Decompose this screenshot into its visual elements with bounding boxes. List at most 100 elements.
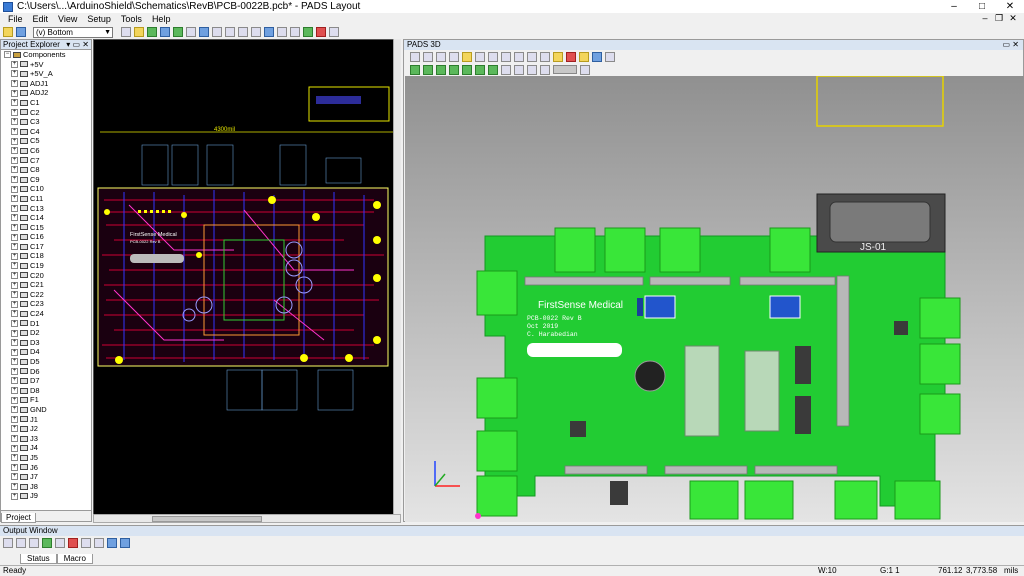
tree-item-component[interactable]: + C5 bbox=[1, 136, 91, 146]
pcb-layout-canvas[interactable]: 4300mil FirstSense Medical PCB-0022 Rev … bbox=[93, 39, 401, 515]
expand-icon[interactable]: + bbox=[11, 348, 18, 356]
redo-icon[interactable] bbox=[238, 27, 248, 37]
expand-icon[interactable]: + bbox=[11, 367, 18, 375]
tree-item-component[interactable]: + F1 bbox=[1, 395, 91, 405]
router-icon[interactable] bbox=[199, 27, 209, 37]
layer-select[interactable]: (v) Bottom ▼ bbox=[33, 26, 113, 38]
expand-icon[interactable]: + bbox=[11, 156, 18, 164]
output-table-icon[interactable] bbox=[120, 538, 130, 548]
output-run-icon[interactable] bbox=[42, 538, 52, 548]
tree-item-component[interactable]: + J8 bbox=[1, 482, 91, 492]
tree-item-component[interactable]: + C9 bbox=[1, 175, 91, 185]
3d-clearance-icon[interactable] bbox=[566, 51, 576, 62]
bga-toolbar-icon[interactable] bbox=[186, 27, 196, 37]
tree-item-component[interactable]: + J1 bbox=[1, 415, 91, 425]
tree-item-component[interactable]: + +5V_A bbox=[1, 69, 91, 79]
tree-item-component[interactable]: + C11 bbox=[1, 194, 91, 204]
eco-toolbar-icon[interactable] bbox=[173, 27, 183, 37]
expand-icon[interactable]: + bbox=[11, 377, 18, 385]
expand-icon[interactable]: + bbox=[11, 329, 18, 337]
tree-item-component[interactable]: + C23 bbox=[1, 299, 91, 309]
expand-icon[interactable]: + bbox=[11, 300, 18, 308]
tree-item-component[interactable]: + J2 bbox=[1, 424, 91, 434]
expand-icon[interactable]: + bbox=[11, 185, 18, 193]
view-left-icon[interactable] bbox=[462, 64, 472, 75]
expand-icon[interactable]: + bbox=[11, 214, 18, 222]
expand-icon[interactable]: + bbox=[11, 463, 18, 471]
tree-item-component[interactable]: + J4 bbox=[1, 443, 91, 453]
expand-icon[interactable]: + bbox=[11, 204, 18, 212]
view-silk-icon[interactable] bbox=[540, 64, 550, 75]
mdi-minimize-icon[interactable]: – bbox=[978, 13, 992, 24]
3d-zoom-fit-icon[interactable] bbox=[527, 51, 537, 62]
minimize-icon[interactable]: – bbox=[940, 0, 968, 13]
menu-setup[interactable]: Setup bbox=[87, 14, 111, 24]
expand-icon[interactable]: + bbox=[11, 483, 18, 491]
3d-settings-icon[interactable] bbox=[592, 51, 602, 62]
view-top-icon[interactable] bbox=[410, 64, 420, 75]
view-copper-icon[interactable] bbox=[527, 64, 537, 75]
tree-root-components[interactable]: − Components bbox=[1, 50, 91, 60]
expand-icon[interactable]: + bbox=[11, 444, 18, 452]
tree-item-component[interactable]: + D4 bbox=[1, 347, 91, 357]
expand-icon[interactable]: + bbox=[11, 396, 18, 404]
panel-controls-icon[interactable]: ▭ ✕ bbox=[1003, 40, 1019, 50]
expand-icon[interactable]: + bbox=[11, 108, 18, 116]
expand-icon[interactable]: + bbox=[11, 406, 18, 414]
3d-view-icon[interactable] bbox=[303, 27, 313, 37]
expand-icon[interactable]: + bbox=[11, 291, 18, 299]
design-toolbar-icon[interactable] bbox=[147, 27, 157, 37]
3d-zoom-icon[interactable] bbox=[449, 51, 459, 62]
3d-rotate-icon[interactable] bbox=[436, 51, 446, 62]
expand-icon[interactable]: + bbox=[11, 339, 18, 347]
tree-item-component[interactable]: + C20 bbox=[1, 271, 91, 281]
3d-highlight-icon[interactable] bbox=[579, 51, 589, 62]
tab-macro[interactable]: Macro bbox=[56, 554, 93, 564]
expand-icon[interactable]: + bbox=[11, 70, 18, 78]
save-icon[interactable] bbox=[16, 27, 26, 37]
tree-item-component[interactable]: + J3 bbox=[1, 434, 91, 444]
pcb-vertical-scrollbar[interactable] bbox=[393, 39, 401, 515]
tree-item-component[interactable]: + D8 bbox=[1, 386, 91, 396]
zoom-icon[interactable] bbox=[251, 27, 261, 37]
expand-icon[interactable]: + bbox=[11, 176, 18, 184]
tree-item-component[interactable]: + C7 bbox=[1, 156, 91, 166]
output-forward-icon[interactable] bbox=[16, 538, 26, 548]
zoom-extents-icon[interactable] bbox=[277, 27, 287, 37]
menu-tools[interactable]: Tools bbox=[121, 14, 142, 24]
expand-icon[interactable]: + bbox=[11, 223, 18, 231]
expand-icon[interactable]: + bbox=[11, 310, 18, 318]
expand-icon[interactable]: + bbox=[11, 89, 18, 97]
expand-icon[interactable]: + bbox=[11, 319, 18, 327]
expand-icon[interactable]: + bbox=[11, 473, 18, 481]
tree-item-component[interactable]: + D3 bbox=[1, 338, 91, 348]
expand-icon[interactable]: + bbox=[11, 262, 18, 270]
expand-icon[interactable]: + bbox=[11, 492, 18, 500]
3d-zoom-in-icon[interactable] bbox=[501, 51, 511, 62]
tree-item-component[interactable]: + J7 bbox=[1, 472, 91, 482]
3d-save-icon[interactable] bbox=[475, 51, 485, 62]
tree-item-component[interactable]: + ADJ1 bbox=[1, 79, 91, 89]
view-board-icon[interactable] bbox=[501, 64, 511, 75]
expand-icon[interactable]: + bbox=[11, 387, 18, 395]
collapse-icon[interactable]: − bbox=[4, 51, 11, 59]
expand-icon[interactable]: + bbox=[11, 435, 18, 443]
drafting-toolbar-icon[interactable] bbox=[134, 27, 144, 37]
tree-item-component[interactable]: + C4 bbox=[1, 127, 91, 137]
3d-open-icon[interactable] bbox=[462, 51, 472, 62]
expand-icon[interactable]: + bbox=[11, 99, 18, 107]
menu-file[interactable]: File bbox=[8, 14, 23, 24]
tree-item-component[interactable]: + C1 bbox=[1, 98, 91, 108]
output-find-icon[interactable] bbox=[94, 538, 104, 548]
pin-icon[interactable]: ▾ ▭ ✕ bbox=[66, 40, 89, 50]
menu-edit[interactable]: Edit bbox=[33, 14, 49, 24]
tree-item-component[interactable]: + C10 bbox=[1, 184, 91, 194]
tree-item-component[interactable]: + D7 bbox=[1, 376, 91, 386]
expand-icon[interactable]: + bbox=[11, 243, 18, 251]
tree-item-component[interactable]: + C2 bbox=[1, 108, 91, 118]
tree-item-component[interactable]: + ADJ2 bbox=[1, 88, 91, 98]
select-mode-icon[interactable] bbox=[121, 27, 131, 37]
3d-warning-icon[interactable] bbox=[553, 51, 563, 62]
tree-item-component[interactable]: + J6 bbox=[1, 463, 91, 473]
pan-icon[interactable] bbox=[329, 27, 339, 37]
